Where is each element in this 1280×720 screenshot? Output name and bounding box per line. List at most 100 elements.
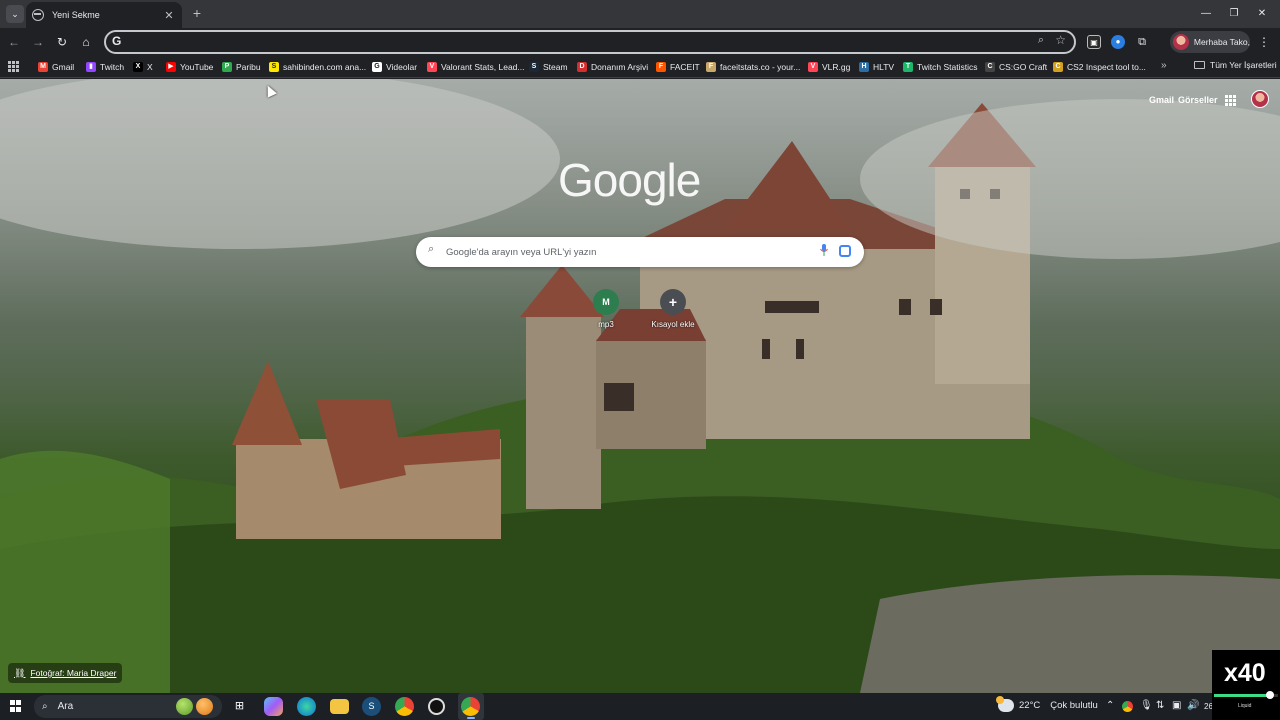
copilot-icon[interactable]: [264, 697, 283, 716]
photo-credit-label: Fotoğraf: Maria Draper: [30, 668, 117, 678]
weather-condition: Çok bulutlu: [1050, 700, 1098, 711]
gmail-link[interactable]: Gmail: [1149, 95, 1174, 105]
add-shortcut-button[interactable]: + Kısayol ekle: [641, 289, 705, 329]
paribu-icon: P: [222, 62, 232, 72]
all-bookmarks-button[interactable]: Tüm Yer İşaretleri: [1194, 60, 1277, 70]
bookmark-item[interactable]: D Donanım Arşivi: [577, 60, 648, 74]
bookmark-item[interactable]: V VLR.gg: [808, 60, 850, 74]
weather-temperature: 22°C: [1019, 700, 1041, 711]
bookmark-label: Twitch Statistics: [917, 62, 978, 72]
microphone-icon[interactable]: [820, 244, 828, 256]
gmail-icon: M: [38, 62, 48, 72]
playback-speed-overlay: x40 Liquid: [1212, 650, 1280, 720]
title-bar: ⌄ Yeni Sekme ✕ + — ❐ ✕: [0, 0, 1280, 28]
bookmarks-bar: M Gmail ▮ Twitch X X ▶ YouTube P Paribu Ssahibinde…: [0, 56, 1280, 78]
bookmark-item[interactable]: T Twitch Statistics: [903, 60, 977, 74]
google-lens-icon[interactable]: [839, 245, 851, 257]
bookmark-item[interactable]: V Valorant Stats, Lead...: [427, 60, 524, 74]
windows-taskbar: ⌕ Ara ⊞ S 22°C Çok bulutlu ⌃ 🎙 ⇅ ▣ 🔊 26: [0, 693, 1280, 720]
tab-search-button[interactable]: ⌄: [6, 5, 24, 23]
chevron-down-icon: ⌄: [11, 8, 19, 19]
steam-icon: S: [529, 62, 539, 72]
photo-credit[interactable]: ⛓ Fotoğraf: Maria Draper: [8, 663, 123, 683]
donanim-icon: D: [577, 62, 587, 72]
bookmark-star-icon[interactable]: ☆: [1055, 33, 1066, 47]
extension-icon[interactable]: ▣: [1087, 35, 1101, 49]
bookmark-item[interactable]: Ffaceitstats.co - your...: [706, 60, 800, 74]
weather-widget[interactable]: 22°C Çok bulutlu: [996, 696, 1098, 712]
speed-progress-bar: [1214, 691, 1278, 699]
cs2inspect-icon: C: [1053, 62, 1063, 72]
search-input[interactable]: [446, 244, 806, 260]
menu-kebab-icon[interactable]: ⋮: [1258, 35, 1270, 49]
shortcut-icon: M: [593, 289, 619, 315]
steam-icon[interactable]: S: [362, 697, 381, 716]
back-button[interactable]: ←: [5, 33, 23, 51]
task-view-icon[interactable]: ⊞: [230, 697, 249, 716]
taskbar-search[interactable]: ⌕ Ara: [34, 695, 222, 718]
new-tab-page: Gmail Görseller Google ⌕ Mmp3 + Kısayol ek…: [0, 79, 1280, 693]
google-icon: G: [372, 62, 382, 72]
address-input[interactable]: [132, 34, 1012, 50]
shortcut-label: Kısayol ekle: [651, 320, 695, 329]
bookmark-label: Twitch: [100, 62, 125, 72]
google-apps-icon[interactable]: [1225, 95, 1236, 106]
bookmark-item[interactable]: P Paribu: [222, 60, 261, 74]
new-tab-button[interactable]: +: [188, 5, 206, 23]
bookmark-item[interactable]: ▶ YouTube: [166, 60, 213, 74]
shortcut-tile[interactable]: Mmp3: [574, 289, 638, 329]
profile-button[interactable]: Merhaba Tako,: [1170, 31, 1250, 53]
tray-chevron-up-icon[interactable]: ⌃: [1106, 700, 1114, 711]
extensions-puzzle-icon[interactable]: ⧉: [1135, 35, 1149, 49]
bookmark-label: YouTube: [180, 62, 214, 72]
chrome-tray-icon[interactable]: [1122, 701, 1133, 712]
hltv-icon: H: [859, 62, 869, 72]
bookmark-label: HLTV: [873, 62, 895, 72]
bookmark-item[interactable]: S Steam: [529, 60, 568, 74]
bookmark-item[interactable]: M Gmail: [38, 60, 74, 74]
bookmark-item[interactable]: G Videolar: [372, 60, 417, 74]
chrome-icon[interactable]: [395, 697, 414, 716]
account-avatar[interactable]: [1251, 90, 1269, 108]
close-window-button[interactable]: ✕: [1244, 3, 1280, 25]
home-button[interactable]: ⌂: [77, 33, 95, 51]
bookmark-item[interactable]: F FACEIT: [656, 60, 700, 74]
widget-apple-icon[interactable]: [176, 698, 193, 715]
search-box[interactable]: ⌕: [416, 237, 864, 267]
bookmark-label: X: [147, 62, 153, 72]
chrome-icon[interactable]: [461, 697, 480, 716]
taskbar-search-label: Ara: [57, 701, 74, 712]
bookmarks-overflow-button[interactable]: »: [1161, 60, 1167, 71]
volume-icon[interactable]: 🔊: [1187, 700, 1199, 711]
file-explorer-icon[interactable]: [330, 699, 349, 714]
reload-button[interactable]: ↻: [53, 33, 71, 51]
zoom-icon[interactable]: ⌕: [1038, 34, 1044, 47]
apps-grid-icon[interactable]: [8, 61, 19, 72]
bookmark-label: Gmail: [52, 62, 75, 72]
partly-cloudy-icon: [996, 696, 1014, 712]
start-button[interactable]: [10, 700, 22, 712]
display-icon[interactable]: ▣: [1172, 700, 1181, 711]
search-icon: ⌕: [428, 243, 435, 255]
speed-progress-fill: [1214, 694, 1271, 697]
profile-name: Merhaba Tako,: [1193, 37, 1250, 47]
images-link[interactable]: Görseller: [1178, 95, 1218, 105]
forward-button[interactable]: →: [29, 33, 47, 51]
tab-new-tab[interactable]: Yeni Sekme ✕: [26, 2, 182, 28]
tab-close-button[interactable]: ✕: [162, 9, 176, 22]
edge-icon[interactable]: [297, 697, 316, 716]
bookmark-item[interactable]: H HLTV: [859, 60, 894, 74]
tab-title: Yeni Sekme: [52, 10, 100, 20]
bookmark-item[interactable]: C CS2 Inspect tool to...: [1053, 60, 1146, 74]
network-icon[interactable]: ⇅: [1156, 700, 1164, 711]
recorder-icon[interactable]: [428, 698, 445, 715]
bookmark-item[interactable]: XX: [133, 60, 153, 74]
microphone-icon[interactable]: 🎙: [1140, 700, 1153, 711]
bookmark-item[interactable]: ▮ Twitch: [86, 60, 124, 74]
widget-orange-icon[interactable]: [196, 698, 213, 715]
bookmark-item[interactable]: Ssahibinden.com ana...: [269, 60, 366, 74]
playback-speed: x40: [1224, 659, 1266, 687]
extension-shield-icon[interactable]: ●: [1111, 35, 1125, 49]
address-bar[interactable]: G ⌕ ☆: [104, 30, 1076, 54]
bookmark-item[interactable]: C CS:GO Craft: [985, 60, 1047, 74]
